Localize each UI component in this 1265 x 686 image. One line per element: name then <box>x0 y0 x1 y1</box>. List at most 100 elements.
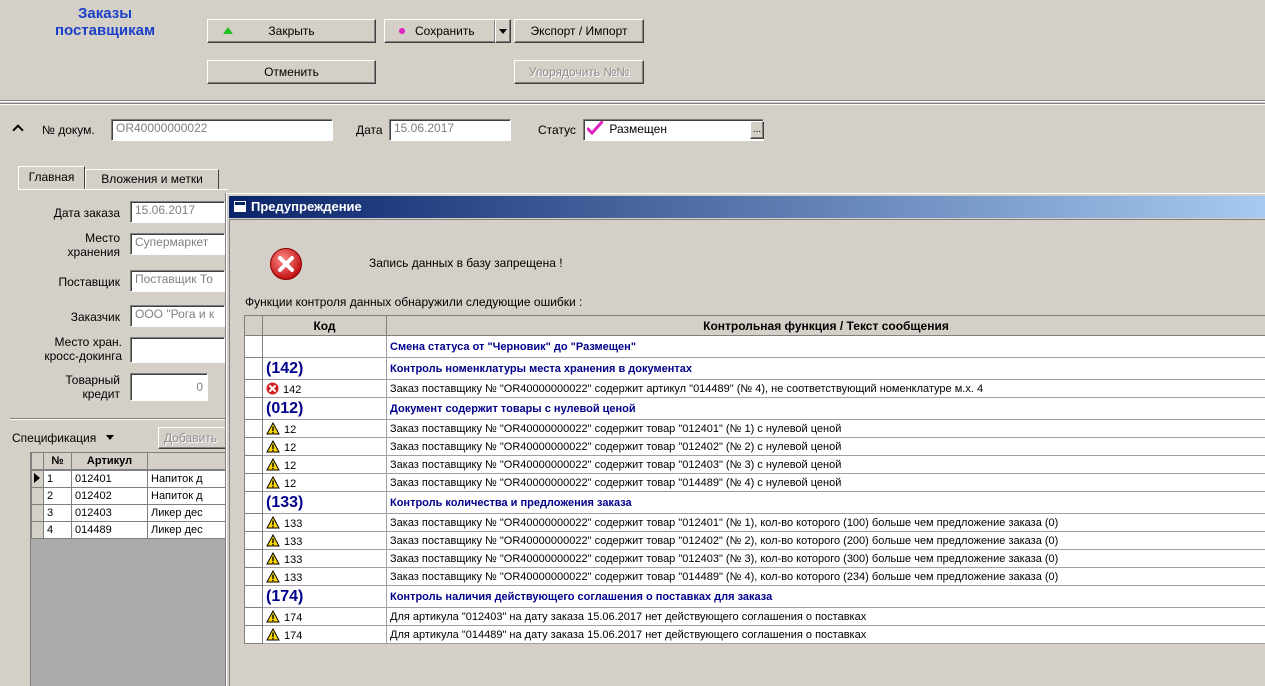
dialog-title: Предупреждение <box>251 199 362 214</box>
status-field[interactable]: Размещен <box>583 119 764 141</box>
code-cell: (142) <box>262 357 387 380</box>
close-button[interactable]: Закрыть <box>207 19 376 43</box>
cancel-button[interactable]: Отменить <box>207 60 376 84</box>
app-title-line2: поставщикам <box>54 22 156 39</box>
message-text: Заказ поставщику № "OR40000000022" содер… <box>386 473 1265 492</box>
row-indicator[interactable] <box>244 513 263 532</box>
row-indicator[interactable] <box>244 455 263 474</box>
row-pointer-icon[interactable] <box>31 470 44 488</box>
row-indicator[interactable] <box>244 625 263 644</box>
table-row[interactable]: 133 Заказ поставщику № "OR40000000022" со… <box>244 549 1265 568</box>
customer-field[interactable]: ООО "Рога и к <box>130 305 225 327</box>
spec-col-name[interactable] <box>147 452 230 470</box>
supplier-label: Поставщик <box>58 275 120 289</box>
group-row[interactable]: Смена статуса от "Черновик" до "Размещен… <box>244 335 1265 358</box>
row-indicator[interactable] <box>244 357 263 380</box>
warning-icon <box>266 609 280 623</box>
row-indicator[interactable] <box>244 549 263 568</box>
order-numbers-button[interactable]: Упорядочить №№ <box>514 60 644 84</box>
spec-cell-number[interactable]: 2 <box>43 487 72 505</box>
crossdock-field[interactable] <box>130 337 225 363</box>
row-indicator[interactable] <box>244 379 263 398</box>
spec-cell-name[interactable]: Ликер дес <box>147 504 230 522</box>
row-indicator[interactable] <box>244 585 263 608</box>
table-row[interactable]: 3 012403 Ликер дес <box>31 504 230 522</box>
error-icon <box>269 247 303 284</box>
table-row[interactable]: 4 014489 Ликер дес <box>31 521 230 539</box>
table-row[interactable]: 174 Для артикула "012403" на дату заказа … <box>244 607 1265 626</box>
message-text: Заказ поставщику № "OR40000000022" содер… <box>386 567 1265 586</box>
row-indicator[interactable] <box>244 607 263 626</box>
row-indicator[interactable] <box>31 504 44 522</box>
group-row[interactable]: (133) Контроль количества и предложения з… <box>244 491 1265 514</box>
order-date-field[interactable]: 15.06.2017 <box>130 201 225 223</box>
row-indicator[interactable] <box>244 335 263 358</box>
credit-field[interactable]: 0 <box>130 373 208 401</box>
table-row[interactable]: 12 Заказ поставщику № "OR40000000022" сод… <box>244 419 1265 438</box>
table-row[interactable]: 12 Заказ поставщику № "OR40000000022" сод… <box>244 455 1265 474</box>
group-row[interactable]: (012) Документ содержит товары с нулевой … <box>244 397 1265 420</box>
row-indicator[interactable] <box>31 487 44 505</box>
table-row[interactable]: 142 Заказ поставщику № "OR40000000022" со… <box>244 379 1265 398</box>
spec-col-article[interactable]: Артикул <box>71 452 148 470</box>
doc-number-field[interactable]: OR40000000022 <box>111 119 333 141</box>
row-indicator[interactable] <box>244 397 263 420</box>
table-row[interactable]: 12 Заказ поставщику № "OR40000000022" сод… <box>244 473 1265 492</box>
spec-cell-number[interactable]: 1 <box>43 470 72 488</box>
spec-cell-article[interactable]: 012401 <box>71 470 148 488</box>
spec-cell-name[interactable]: Напиток д <box>147 487 230 505</box>
table-row[interactable]: 133 Заказ поставщику № "OR40000000022" со… <box>244 513 1265 532</box>
warning-icon <box>266 457 280 471</box>
table-row[interactable]: 133 Заказ поставщику № "OR40000000022" со… <box>244 531 1265 550</box>
code-cell: 133 <box>262 549 387 568</box>
save-dropdown-button[interactable] <box>495 19 511 43</box>
spec-col-number[interactable]: № <box>43 452 72 470</box>
group-row[interactable]: (142) Контроль номенклатуры места хранени… <box>244 357 1265 380</box>
row-indicator[interactable] <box>244 491 263 514</box>
status-picker-button[interactable]: ... <box>750 121 764 139</box>
collapse-icon[interactable] <box>12 124 24 136</box>
message-text: Для артикула "014489" на дату заказа 15.… <box>386 625 1265 644</box>
spec-cell-number[interactable]: 4 <box>43 521 72 539</box>
warning-icon <box>266 627 280 641</box>
spec-cell-article[interactable]: 012403 <box>71 504 148 522</box>
export-import-button[interactable]: Экспорт / Импорт <box>514 19 644 43</box>
credit-label-1: Товарный <box>65 373 120 387</box>
row-indicator[interactable] <box>244 473 263 492</box>
message-text: Заказ поставщику № "OR40000000022" содер… <box>386 455 1265 474</box>
dialog-titlebar[interactable]: Предупреждение <box>229 196 1265 218</box>
table-row[interactable]: 12 Заказ поставщику № "OR40000000022" сод… <box>244 437 1265 456</box>
spec-cell-name[interactable]: Напиток д <box>147 470 230 488</box>
group-code: (142) <box>266 359 304 377</box>
row-indicator[interactable] <box>244 419 263 438</box>
row-indicator[interactable] <box>244 437 263 456</box>
tab-main[interactable]: Главная <box>18 166 85 190</box>
message-text: Заказ поставщику № "OR40000000022" содер… <box>386 419 1265 438</box>
save-button[interactable]: Сохранить <box>384 19 496 43</box>
add-button[interactable]: Добавить <box>158 427 230 449</box>
errors-col-code[interactable]: Код <box>262 315 387 336</box>
group-row[interactable]: (174) Контроль наличия действующего согла… <box>244 585 1265 608</box>
row-indicator[interactable] <box>244 531 263 550</box>
code-cell: 12 <box>262 437 387 456</box>
table-row[interactable]: 1 012401 Напиток д <box>31 470 230 488</box>
date-field[interactable]: 15.06.2017 <box>389 119 511 141</box>
errors-col-text[interactable]: Контрольная функция / Текст сообщения <box>386 315 1265 336</box>
dot-icon <box>399 28 405 34</box>
row-indicator[interactable] <box>31 521 44 539</box>
spec-dropdown[interactable]: Спецификация <box>12 429 114 449</box>
spec-cell-article[interactable]: 012402 <box>71 487 148 505</box>
table-row[interactable]: 2 012402 Напиток д <box>31 487 230 505</box>
storage-field[interactable]: Супермаркет <box>130 233 225 255</box>
table-row[interactable]: 174 Для артикула "014489" на дату заказа … <box>244 625 1265 644</box>
spec-cell-number[interactable]: 3 <box>43 504 72 522</box>
ellipsis-icon: ... <box>752 124 762 135</box>
table-row[interactable]: 133 Заказ поставщику № "OR40000000022" со… <box>244 567 1265 586</box>
spec-cell-article[interactable]: 014489 <box>71 521 148 539</box>
code-cell: 174 <box>262 625 387 644</box>
row-indicator[interactable] <box>244 567 263 586</box>
tab-attachments[interactable]: Вложения и метки <box>85 169 219 190</box>
spec-cell-name[interactable]: Ликер дес <box>147 521 230 539</box>
supplier-field[interactable]: Поставщик То <box>130 270 225 292</box>
code-cell: 133 <box>262 567 387 586</box>
